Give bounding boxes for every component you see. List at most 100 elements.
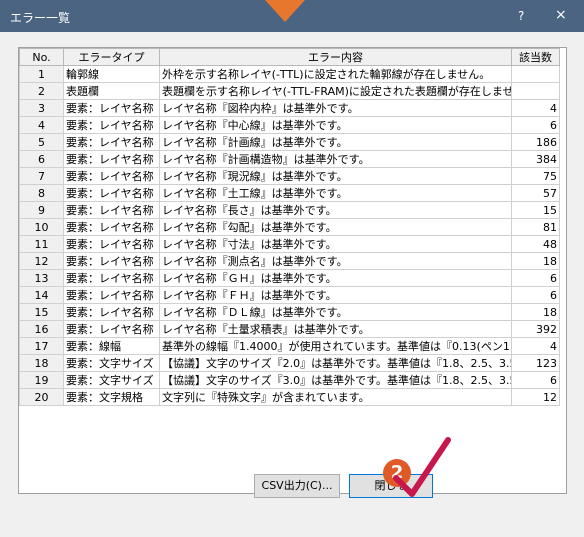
- error-content-cell: レイヤ名称『測点名』は基準外です。: [159, 252, 512, 270]
- error-type-cell: 要素：レイヤ名称: [63, 303, 160, 321]
- error-content-cell: レイヤ名称『土量求積表』は基準外です。: [159, 320, 512, 338]
- column-header-error-type[interactable]: エラータイプ: [63, 48, 160, 66]
- row-number-cell: 13: [19, 269, 64, 287]
- error-type-cell: 要素：レイヤ名称: [63, 167, 160, 185]
- row-number-cell: 2: [19, 82, 64, 100]
- count-cell: 81: [511, 218, 560, 236]
- table-row[interactable]: 8 要素：レイヤ名称 レイヤ名称『土工線』は基準外です。 57: [19, 184, 560, 202]
- error-content-cell: 【協議】文字のサイズ『3.0』は基準外です。基準値は『1.8、2.5、3.5、5…: [159, 371, 512, 389]
- error-content-cell: 表題欄を示す名称レイヤ(-TTL-FRAM)に設定された表題欄が存在しません。: [159, 82, 512, 100]
- column-header-error-content[interactable]: エラー内容: [159, 48, 512, 66]
- error-type-cell: 要素：レイヤ名称: [63, 218, 160, 236]
- count-cell: [511, 82, 560, 100]
- error-type-cell: 要素：線幅: [63, 337, 160, 355]
- table-row[interactable]: 19 要素：文字サイズ 【協議】文字のサイズ『3.0』は基準外です。基準値は『1.8…: [19, 371, 560, 389]
- count-cell: 6: [511, 269, 560, 287]
- table-row[interactable]: 16 要素：レイヤ名称 レイヤ名称『土量求積表』は基準外です。 392: [19, 320, 560, 338]
- table-header-row: No. エラータイプ エラー内容 該当数: [19, 48, 560, 66]
- count-cell: 15: [511, 201, 560, 219]
- error-type-cell: 要素：レイヤ名称: [63, 133, 160, 151]
- error-content-cell: レイヤ名称『計画構造物』は基準外です。: [159, 150, 512, 168]
- count-cell: 75: [511, 167, 560, 185]
- error-type-cell: 要素：文字サイズ: [63, 354, 160, 372]
- error-type-cell: 要素：レイヤ名称: [63, 269, 160, 287]
- count-cell: 123: [511, 354, 560, 372]
- table-row[interactable]: 5 要素：レイヤ名称 レイヤ名称『計画線』は基準外です。 186: [19, 133, 560, 151]
- error-content-cell: レイヤ名称『ＧＨ』は基準外です。: [159, 269, 512, 287]
- table-row[interactable]: 18 要素：文字サイズ 【協議】文字のサイズ『2.0』は基準外です。基準値は『1.8…: [19, 354, 560, 372]
- table-row[interactable]: 9 要素：レイヤ名称 レイヤ名称『長さ』は基準外です。 15: [19, 201, 560, 219]
- error-type-cell: 要素：レイヤ名称: [63, 286, 160, 304]
- error-content-cell: レイヤ名称『勾配』は基準外です。: [159, 218, 512, 236]
- row-number-cell: 20: [19, 388, 64, 406]
- row-number-cell: 8: [19, 184, 64, 202]
- error-type-cell: 表題欄: [63, 82, 160, 100]
- error-type-cell: 要素：文字規格: [63, 388, 160, 406]
- row-number-cell: 7: [19, 167, 64, 185]
- table-row[interactable]: 7 要素：レイヤ名称 レイヤ名称『現況線』は基準外です。 75: [19, 167, 560, 185]
- error-type-cell: 輪郭線: [63, 65, 160, 83]
- error-content-cell: レイヤ名称『現況線』は基準外です。: [159, 167, 512, 185]
- count-cell: 384: [511, 150, 560, 168]
- count-cell: 186: [511, 133, 560, 151]
- table-row[interactable]: 6 要素：レイヤ名称 レイヤ名称『計画構造物』は基準外です。 384: [19, 150, 560, 168]
- error-content-cell: レイヤ名称『図枠内枠』は基準外です。: [159, 99, 512, 117]
- count-cell: 6: [511, 116, 560, 134]
- table-row[interactable]: 2 表題欄 表題欄を示す名称レイヤ(-TTL-FRAM)に設定された表題欄が存在しま…: [19, 82, 560, 100]
- count-cell: 48: [511, 235, 560, 253]
- count-cell: 6: [511, 371, 560, 389]
- table-row[interactable]: 14 要素：レイヤ名称 レイヤ名称『ＦＨ』は基準外です。 6: [19, 286, 560, 304]
- error-type-cell: 要素：レイヤ名称: [63, 150, 160, 168]
- table-row[interactable]: 17 要素：線幅 基準外の線幅『1.4000』が使用されています。基準値は『0.13…: [19, 337, 560, 355]
- error-type-cell: 要素：レイヤ名称: [63, 201, 160, 219]
- column-header-no[interactable]: No.: [19, 48, 64, 66]
- row-number-cell: 15: [19, 303, 64, 321]
- table-row[interactable]: 10 要素：レイヤ名称 レイヤ名称『勾配』は基準外です。 81: [19, 218, 560, 236]
- table-row[interactable]: 15 要素：レイヤ名称 レイヤ名称『ＤＬ線』は基準外です。 18: [19, 303, 560, 321]
- error-content-cell: レイヤ名称『ＤＬ線』は基準外です。: [159, 303, 512, 321]
- error-list-grid[interactable]: No. エラータイプ エラー内容 該当数 1 輪郭線 外枠を示す名称レイヤ(-TTL…: [18, 47, 567, 494]
- count-cell: 57: [511, 184, 560, 202]
- row-number-cell: 19: [19, 371, 64, 389]
- column-header-count[interactable]: 該当数: [511, 48, 560, 66]
- row-number-cell: 5: [19, 133, 64, 151]
- error-type-cell: 要素：レイヤ名称: [63, 184, 160, 202]
- help-button[interactable]: ?: [518, 9, 524, 23]
- row-number-cell: 1: [19, 65, 64, 83]
- table-row[interactable]: 3 要素：レイヤ名称 レイヤ名称『図枠内枠』は基準外です。 4: [19, 99, 560, 117]
- count-cell: 4: [511, 337, 560, 355]
- row-number-cell: 3: [19, 99, 64, 117]
- error-content-cell: レイヤ名称『中心線』は基準外です。: [159, 116, 512, 134]
- window-title: エラー一覧: [10, 11, 71, 25]
- error-content-cell: 基準外の線幅『1.4000』が使用されています。基準値は『0.13(ペン1)、0…: [159, 337, 512, 355]
- count-cell: 12: [511, 388, 560, 406]
- count-cell: 18: [511, 252, 560, 270]
- count-cell: [511, 65, 560, 83]
- table-row[interactable]: 13 要素：レイヤ名称 レイヤ名称『ＧＨ』は基準外です。 6: [19, 269, 560, 287]
- row-number-cell: 4: [19, 116, 64, 134]
- error-type-cell: 要素：レイヤ名称: [63, 116, 160, 134]
- checkmark-icon: [393, 437, 451, 497]
- row-number-cell: 12: [19, 252, 64, 270]
- table-row[interactable]: 12 要素：レイヤ名称 レイヤ名称『測点名』は基準外です。 18: [19, 252, 560, 270]
- table-row[interactable]: 20 要素：文字規格 文字列に『特殊文字』が含まれています。 12: [19, 388, 560, 406]
- count-cell: 4: [511, 99, 560, 117]
- table-row[interactable]: 1 輪郭線 外枠を示す名称レイヤ(-TTL)に設定された輪郭線が存在しません。: [19, 65, 560, 83]
- close-window-button[interactable]: ×: [555, 7, 567, 23]
- error-table: No. エラータイプ エラー内容 該当数 1 輪郭線 外枠を示す名称レイヤ(-TTL…: [19, 48, 560, 406]
- error-type-cell: 要素：レイヤ名称: [63, 235, 160, 253]
- count-cell: 6: [511, 286, 560, 304]
- error-content-cell: レイヤ名称『土工線』は基準外です。: [159, 184, 512, 202]
- row-number-cell: 11: [19, 235, 64, 253]
- callout-arrow-marker: [265, 0, 305, 22]
- table-row[interactable]: 4 要素：レイヤ名称 レイヤ名称『中心線』は基準外です。 6: [19, 116, 560, 134]
- error-content-cell: レイヤ名称『計画線』は基準外です。: [159, 133, 512, 151]
- count-cell: 18: [511, 303, 560, 321]
- row-number-cell: 9: [19, 201, 64, 219]
- row-number-cell: 10: [19, 218, 64, 236]
- table-row[interactable]: 11 要素：レイヤ名称 レイヤ名称『寸法』は基準外です。 48: [19, 235, 560, 253]
- csv-export-button[interactable]: CSV出力(C)...: [254, 474, 340, 498]
- row-number-cell: 16: [19, 320, 64, 338]
- error-type-cell: 要素：レイヤ名称: [63, 320, 160, 338]
- count-cell: 392: [511, 320, 560, 338]
